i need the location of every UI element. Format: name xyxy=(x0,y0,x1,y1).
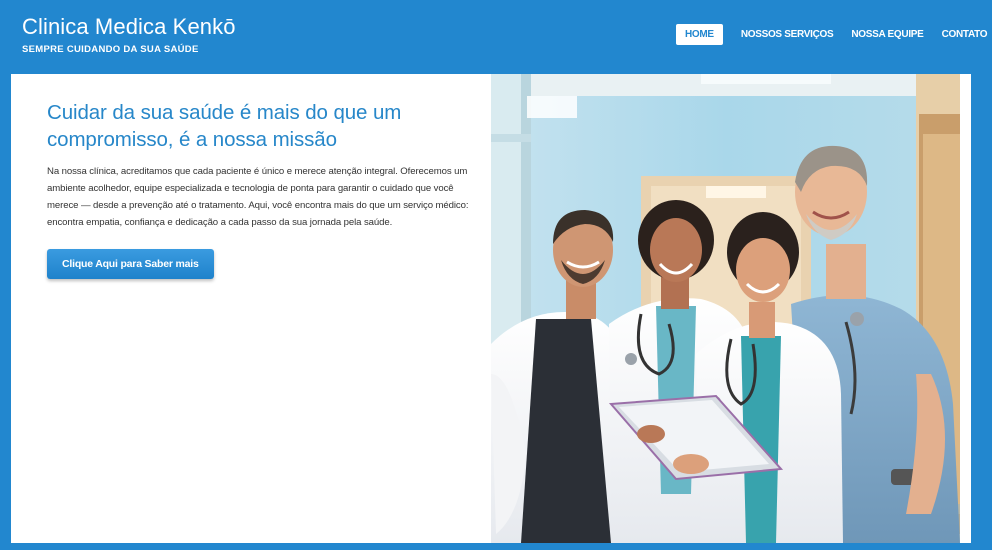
nav-item-contato[interactable]: CONTATO xyxy=(942,24,988,45)
site-header: Clinica Medica Kenkō SEMPRE CUIDANDO DA … xyxy=(0,0,992,74)
hero-headline: Cuidar da sua saúde é mais do que um com… xyxy=(47,101,402,151)
learn-more-button[interactable]: Clique Aqui para Saber mais xyxy=(47,249,214,279)
nav-item-home[interactable]: HOME xyxy=(676,24,723,45)
medical-team-photo xyxy=(491,74,960,543)
nav-item-equipe[interactable]: NOSSA EQUIPE xyxy=(851,24,923,45)
brand-tagline: SEMPRE CUIDANDO DA SUA SAÚDE xyxy=(22,44,199,55)
hero-card: Cuidar da sua saúde é mais do que um com… xyxy=(11,74,971,543)
hero-paragraph: Na nossa clínica, acreditamos que cada p… xyxy=(47,166,469,228)
hero-content: Cuidar da sua saúde é mais do que um com… xyxy=(47,99,475,279)
nav-item-servicos[interactable]: NOSSOS SERVIÇOS xyxy=(741,24,834,45)
main-nav: HOME NOSSOS SERVIÇOS NOSSA EQUIPE CONTAT… xyxy=(676,24,988,45)
brand-title[interactable]: Clinica Medica Kenkō xyxy=(22,14,236,40)
